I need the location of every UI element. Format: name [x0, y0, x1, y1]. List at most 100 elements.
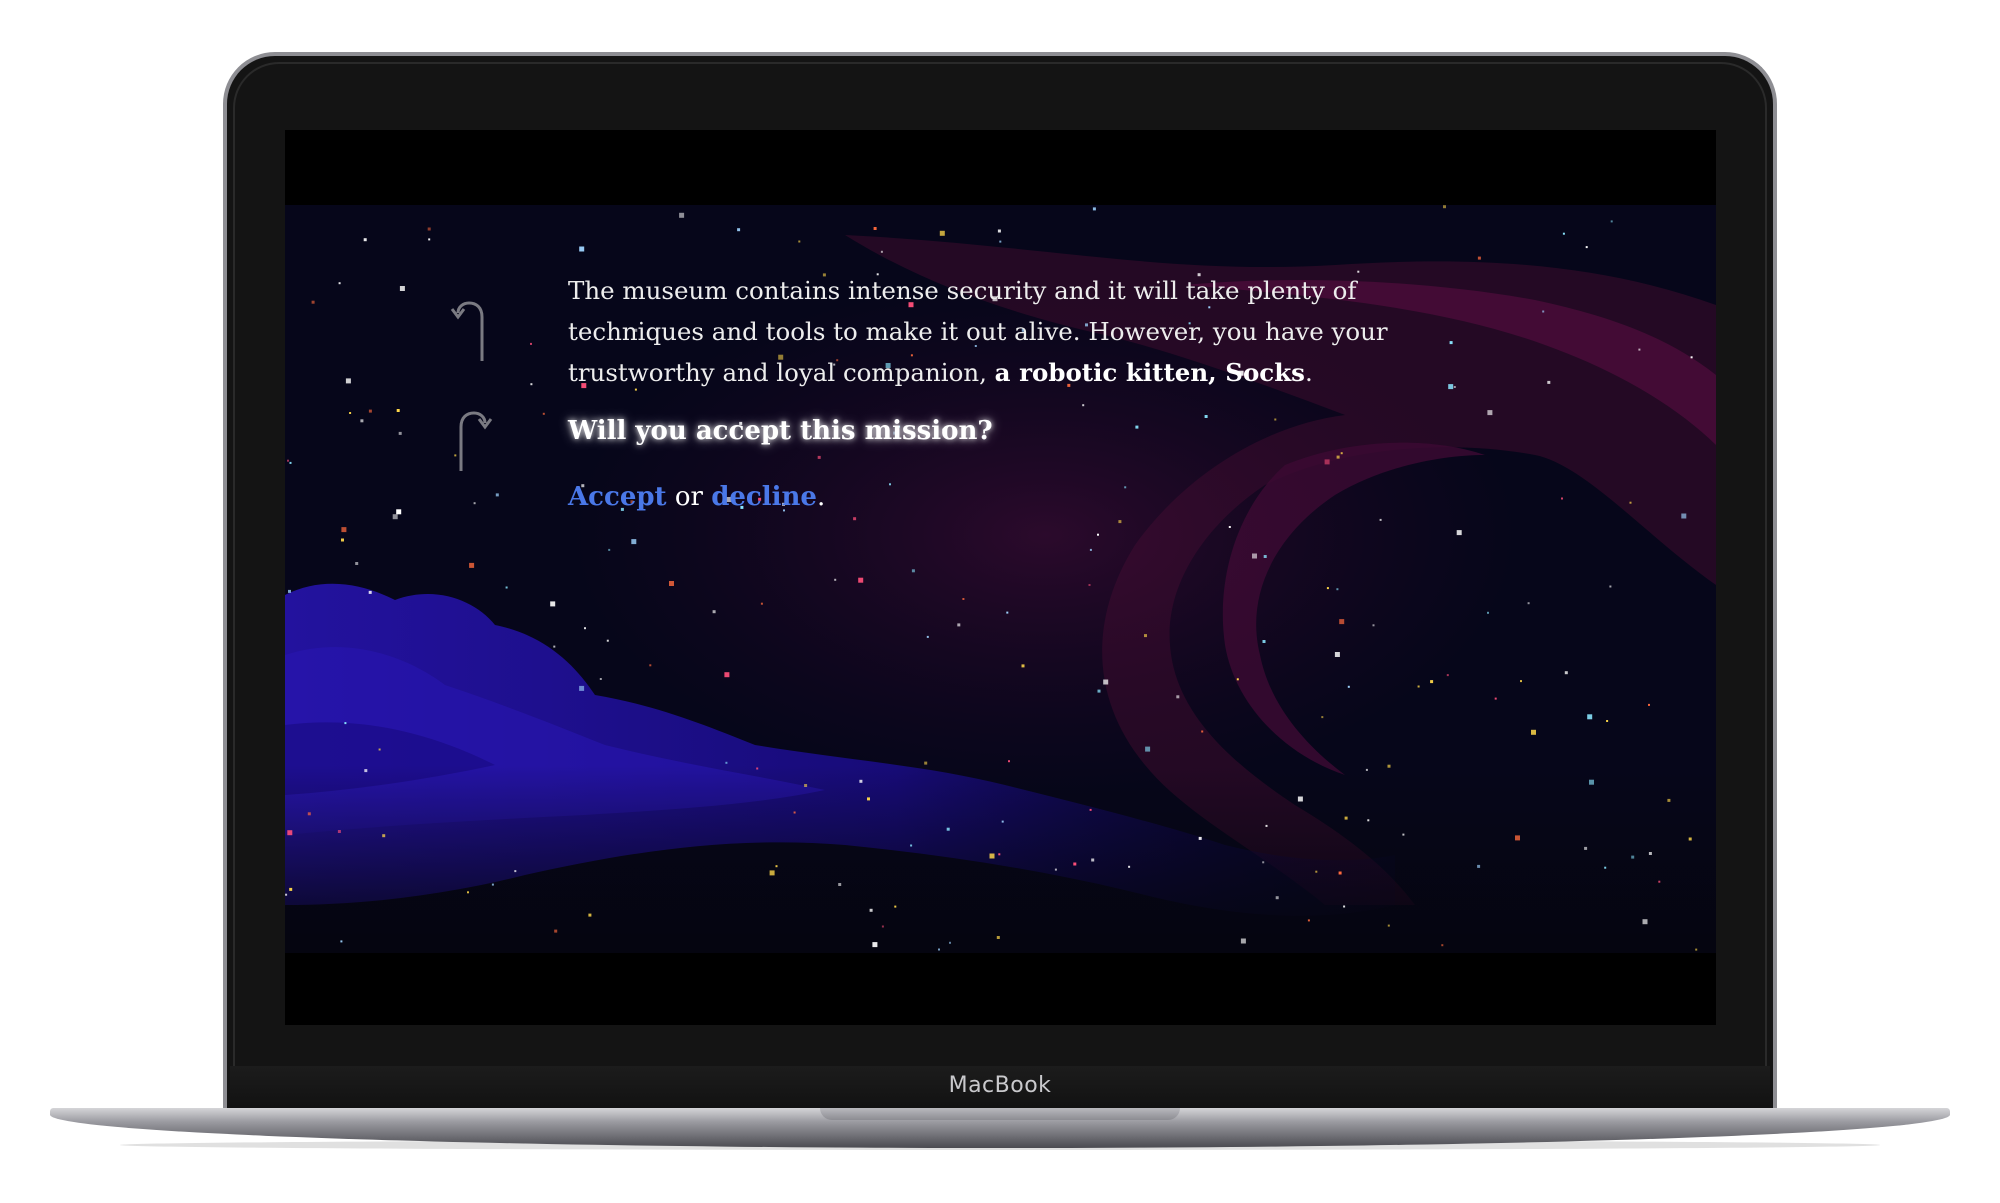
undo-arrow-icon[interactable] [450, 295, 490, 365]
star [1477, 864, 1481, 868]
star [608, 548, 611, 551]
choice-connector: or [666, 482, 712, 512]
star [1262, 640, 1266, 643]
star [910, 844, 913, 847]
story-paragraph: The museum contains intense security and… [568, 270, 1428, 393]
star [1176, 695, 1180, 699]
star [1584, 846, 1588, 850]
star [1589, 779, 1594, 785]
star [1527, 602, 1530, 605]
star [859, 779, 863, 783]
star [1443, 205, 1446, 209]
star [287, 459, 289, 462]
star [962, 598, 965, 600]
star [880, 250, 883, 253]
star [775, 865, 778, 868]
star [338, 282, 341, 285]
star [1547, 380, 1551, 384]
star [938, 948, 940, 951]
star [514, 870, 517, 873]
star [340, 940, 343, 943]
star [505, 586, 508, 589]
device-frame: The museum contains intense security and… [0, 0, 2000, 1203]
star [469, 562, 475, 568]
star [1006, 611, 1009, 614]
star [756, 767, 759, 770]
star [491, 883, 494, 886]
star [288, 589, 291, 593]
star [1609, 585, 1612, 588]
star [1297, 796, 1303, 802]
star [1334, 652, 1340, 657]
star [1564, 671, 1568, 675]
star [939, 230, 945, 236]
star [344, 722, 347, 725]
star [669, 581, 674, 586]
star [1658, 880, 1661, 883]
star [1336, 588, 1339, 591]
star [396, 509, 402, 515]
star [553, 645, 556, 648]
star [399, 286, 405, 291]
star [712, 610, 716, 614]
star [737, 228, 741, 232]
star [1021, 664, 1025, 668]
star [872, 942, 878, 948]
star [1372, 624, 1375, 627]
star [769, 870, 775, 876]
star [1054, 868, 1057, 871]
star [1091, 858, 1095, 862]
star [579, 246, 585, 252]
star [649, 664, 652, 667]
star [311, 300, 315, 304]
star [599, 678, 602, 680]
star [724, 672, 730, 678]
story-period: . [1304, 358, 1313, 387]
star [289, 887, 293, 891]
star [760, 602, 763, 605]
star [349, 412, 352, 414]
star [1275, 896, 1279, 900]
decline-link[interactable]: decline [711, 482, 817, 512]
mission-question: Will you accept this mission? [568, 416, 993, 446]
star [1128, 865, 1131, 868]
star [1088, 584, 1091, 586]
star [1343, 905, 1346, 908]
star [1387, 924, 1390, 927]
star [998, 853, 1001, 856]
star [679, 212, 685, 218]
star [957, 623, 961, 627]
star [584, 627, 586, 630]
star [1240, 938, 1246, 944]
brand-label: MacBook [948, 1073, 1052, 1098]
star [550, 601, 556, 607]
star [793, 811, 796, 814]
star [1347, 685, 1350, 688]
star [946, 827, 950, 831]
base-notch [820, 1108, 1180, 1120]
star [363, 238, 367, 242]
star [873, 227, 877, 230]
star [1629, 501, 1632, 504]
star [1201, 730, 1204, 733]
star [1681, 513, 1687, 519]
star [725, 761, 728, 764]
star [1089, 808, 1092, 811]
star [1695, 948, 1698, 951]
star [1265, 824, 1268, 827]
redo-arrow-icon[interactable] [455, 405, 495, 475]
star [289, 461, 292, 464]
star [530, 342, 532, 345]
star [1487, 611, 1489, 614]
choice-line: Accept or decline. [568, 477, 1428, 517]
star [834, 578, 837, 581]
star [924, 761, 928, 765]
star [1520, 680, 1522, 683]
star [392, 514, 398, 520]
star [1642, 919, 1648, 925]
star [1315, 870, 1318, 873]
star [1145, 746, 1151, 752]
star [996, 936, 1000, 939]
accept-link[interactable]: Accept [568, 482, 667, 512]
star [1562, 232, 1565, 235]
